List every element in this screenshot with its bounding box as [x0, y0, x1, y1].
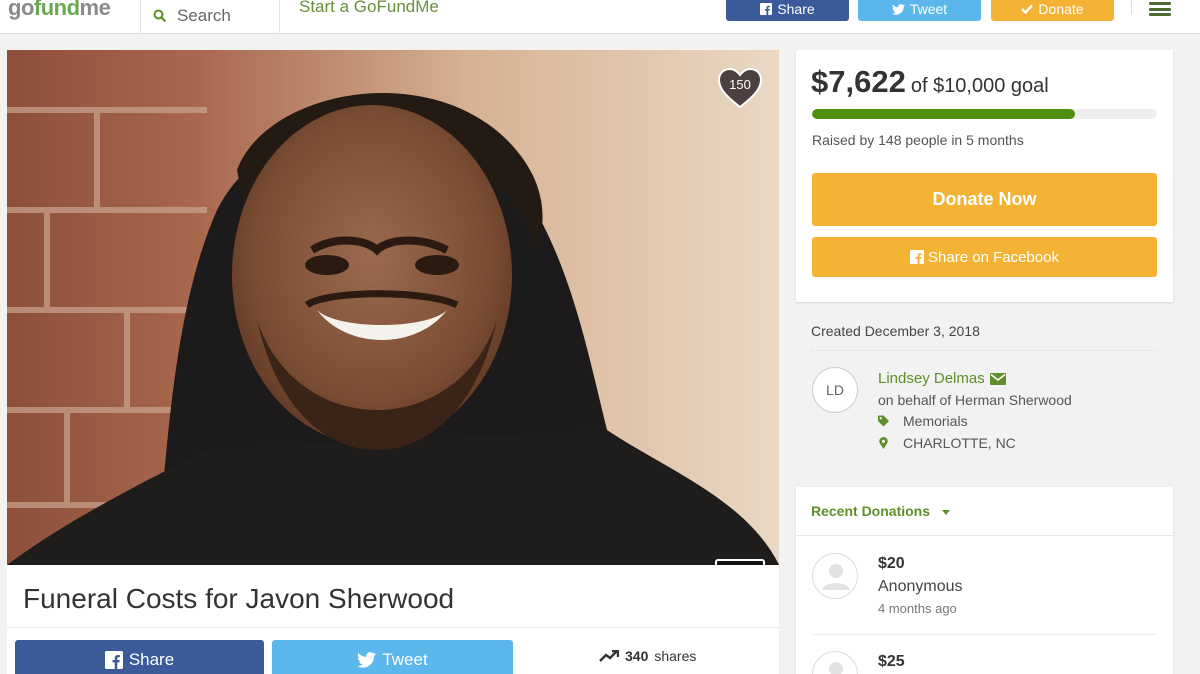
facebook-share-button[interactable]: Share: [15, 640, 264, 674]
progress-bar: [812, 109, 1157, 119]
header-donate-button[interactable]: Donate: [991, 0, 1114, 21]
campaign-photo[interactable]: 150 8: [7, 50, 779, 565]
donation-amount: $20: [878, 555, 905, 572]
recent-donations-card: Recent Donations $20 Anonymous 4 months …: [796, 487, 1173, 674]
twitter-icon: [357, 652, 377, 668]
tweet-button[interactable]: Tweet: [272, 640, 513, 674]
tweet-label: Tweet: [382, 650, 428, 669]
gofundme-logo[interactable]: gofundme: [8, 0, 111, 21]
header-donate-label: Donate: [1038, 1, 1084, 17]
hamburger-menu-icon[interactable]: [1149, 2, 1171, 16]
check-icon: [1021, 4, 1034, 14]
search-label: Search: [177, 6, 231, 25]
facebook-icon: [760, 3, 773, 15]
header-tweet-button[interactable]: Tweet: [858, 0, 981, 21]
share-on-facebook-label: Share on Facebook: [928, 248, 1059, 266]
header-tweet-label: Tweet: [909, 1, 948, 17]
caret-down-icon: [942, 509, 951, 515]
trending-up-icon: [599, 650, 619, 662]
heart-count: 150: [729, 77, 751, 92]
divider: [811, 350, 1157, 351]
tag-icon: [878, 415, 889, 427]
header-divider: [1131, 0, 1132, 14]
donate-now-button[interactable]: Donate Now: [812, 173, 1157, 226]
share-on-facebook-button[interactable]: Share on Facebook: [812, 237, 1157, 277]
campaign-share-row: Share Tweet 340 shares: [7, 628, 779, 674]
location-label: CHARLOTTE, NC: [903, 435, 1016, 451]
share-count: 340 shares: [599, 648, 696, 664]
raised-summary: $7,622 of $10,000 goal: [811, 64, 1049, 100]
organizer-avatar: LD: [812, 367, 858, 413]
header-share-button[interactable]: Share: [726, 0, 849, 21]
facebook-icon: [910, 250, 925, 264]
location: CHARLOTTE, NC: [878, 435, 1016, 451]
donation-amount: $25: [878, 653, 905, 670]
raised-amount: $7,622: [811, 64, 906, 99]
facebook-share-label: Share: [128, 650, 175, 669]
recent-donations-toggle[interactable]: Recent Donations: [796, 487, 1173, 536]
start-gofundme-link[interactable]: Start a GoFundMe: [299, 0, 439, 17]
divider: [812, 634, 1157, 635]
search-link[interactable]: Search: [140, 0, 280, 34]
twitter-icon: [891, 3, 905, 15]
campaign-photo-image: [7, 50, 779, 565]
recent-donations-heading: Recent Donations: [811, 503, 931, 519]
organizer-link[interactable]: Lindsey Delmas: [878, 370, 1006, 387]
donation-card: $7,622 of $10,000 goal Raised by 148 peo…: [796, 50, 1173, 302]
envelope-icon[interactable]: [989, 372, 1006, 385]
campaign-info: Created December 3, 2018 LD Lindsey Delm…: [796, 302, 1173, 477]
campaign-title-card: Funeral Costs for Javon Sherwood: [7, 565, 779, 628]
user-icon: [829, 662, 843, 674]
organizer-name: Lindsey Delmas: [878, 370, 985, 387]
progress-fill: [812, 109, 1075, 119]
facebook-icon: [104, 651, 123, 669]
share-count-value: 340: [625, 648, 649, 664]
donation-time: 4 months ago: [878, 601, 957, 616]
goal-amount: of $10,000 goal: [910, 75, 1049, 97]
on-behalf-of: on behalf of Herman Sherwood: [878, 392, 1072, 408]
user-icon: [822, 564, 850, 590]
donor-avatar: [812, 553, 858, 599]
donor-name: Anonymous: [878, 578, 963, 595]
raised-by-text: Raised by 148 people in 5 months: [812, 132, 1024, 148]
header-share-label: Share: [777, 1, 815, 17]
category-label: Memorials: [903, 413, 968, 429]
created-date: Created December 3, 2018: [811, 323, 980, 339]
campaign-title: Funeral Costs for Javon Sherwood: [23, 583, 455, 614]
category-link[interactable]: Memorials: [878, 413, 968, 429]
search-icon: [153, 9, 167, 23]
top-nav: gofundme Search Start a GoFundMe Share T…: [0, 0, 1200, 34]
share-count-label: shares: [654, 648, 697, 664]
map-marker-icon: [879, 437, 888, 449]
donor-avatar: [812, 651, 858, 674]
